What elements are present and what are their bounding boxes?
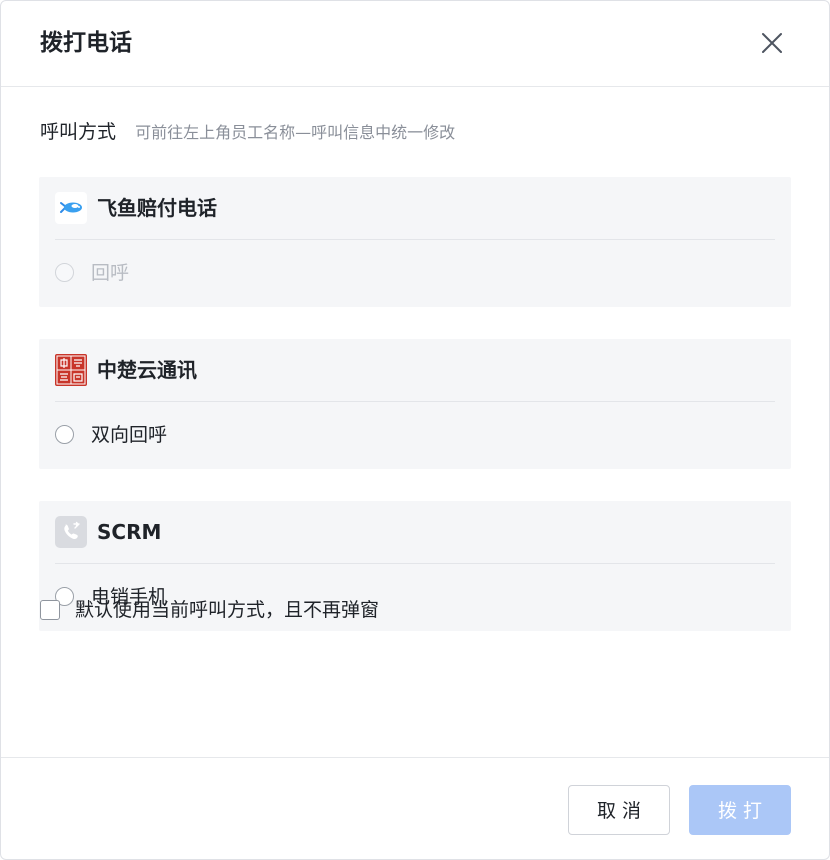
call-method-hint: 呼叫方式 可前往左上角员工名称—呼叫信息中统一修改 [40, 117, 455, 144]
option-label: 双向回呼 [91, 424, 168, 446]
dial-dialog: 拨打电话 呼叫方式 可前往左上角员工名称—呼叫信息中统一修改 飞鱼赔付电话 回呼… [0, 0, 830, 860]
dialog-footer: 取消 拨打 [1, 757, 829, 859]
radio-callback[interactable] [55, 263, 74, 282]
cancel-button[interactable]: 取消 [568, 785, 670, 835]
dial-button[interactable]: 拨打 [689, 785, 791, 835]
default-method-checkbox[interactable] [40, 600, 60, 620]
provider-card-zhongchu: 中楚云通讯 双向回呼 [39, 339, 791, 469]
close-icon[interactable] [758, 29, 786, 57]
provider-card-header: 飞鱼赔付电话 [55, 177, 775, 240]
provider-name: 中楚云通讯 [97, 358, 197, 382]
default-method-label: 默认使用当前呼叫方式，且不再弹窗 [75, 599, 380, 621]
provider-card-header: SCRM [55, 501, 775, 564]
provider-name: SCRM [97, 520, 162, 544]
dialog-title: 拨打电话 [40, 30, 132, 56]
dialog-header: 拨打电话 [1, 1, 829, 87]
provider-name: 飞鱼赔付电话 [97, 196, 217, 220]
provider-card-header: 中楚云通讯 [55, 339, 775, 402]
radio-two-way-callback[interactable] [55, 425, 74, 444]
seal-logo-icon [55, 354, 87, 386]
call-method-hint-text: 可前往左上角员工名称—呼叫信息中统一修改 [135, 122, 456, 142]
option-label: 回呼 [91, 262, 130, 284]
fish-logo-icon [55, 192, 87, 224]
call-method-label: 呼叫方式 [40, 121, 117, 143]
phone-logo-icon [55, 516, 87, 548]
provider-card-feiyu: 飞鱼赔付电话 回呼 [39, 177, 791, 307]
